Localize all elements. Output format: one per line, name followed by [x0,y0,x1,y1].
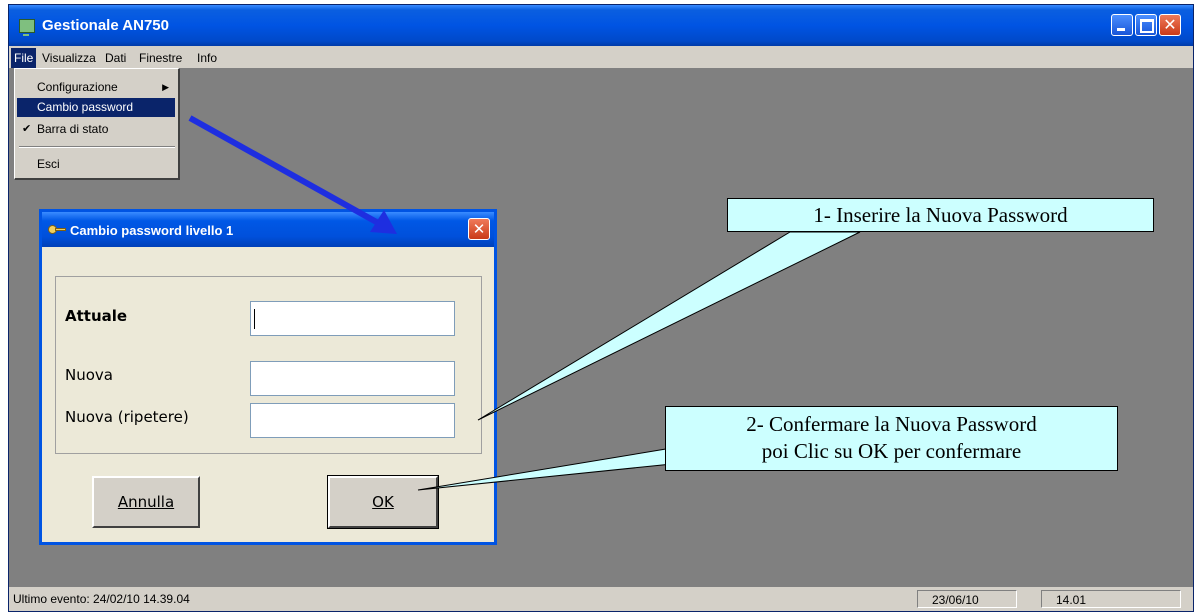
app-icon [19,19,35,36]
new-password-input[interactable] [250,361,455,396]
ok-button-label: OK [372,493,394,511]
current-password-input[interactable] [250,301,455,336]
menu-visualizza[interactable]: Visualizza [42,50,96,66]
submenu-arrow-icon: ▶ [162,82,169,92]
status-time: 14.01 [1041,590,1181,608]
minimize-button[interactable] [1111,14,1133,36]
repeat-password-input[interactable] [250,403,455,438]
menu-item-label: Esci [37,157,60,171]
menu-separator [19,146,175,148]
menu-file[interactable]: File [11,48,37,68]
callout-step2-line2: poi Clic su OK per confermare [761,439,1022,463]
callout-step2-line1: 2- Confermare la Nuova Password [746,412,1037,436]
status-bar: Ultimo evento: 24/02/10 14.39.04 23/06/1… [9,587,1193,611]
file-dropdown-menu: Configurazione ▶ Cambio password ✔ Barra… [14,68,180,180]
menu-item-esci[interactable]: Esci [17,155,175,174]
close-icon: ✕ [472,220,486,238]
menu-item-label: Barra di stato [37,122,109,136]
menu-item-label: Configurazione [37,80,118,94]
maximize-button[interactable] [1135,14,1157,36]
close-button[interactable]: ✕ [1159,14,1181,36]
key-icon [48,225,66,234]
callout-step1-text: 1- Inserire la Nuova Password [813,203,1068,227]
cancel-button-label: Annulla [117,493,175,511]
dialog-titlebar[interactable]: Cambio password livello 1 ✕ [42,212,494,247]
current-password-label: Attuale [65,307,128,325]
callout-step2: 2- Confermare la Nuova Password poi Clic… [665,406,1118,471]
menu-item-barra-di-stato[interactable]: ✔ Barra di stato [17,120,175,139]
ok-button[interactable]: OK [327,475,439,529]
password-fields-group: Attuale Nuova Nuova (ripetere) [55,276,482,454]
window-titlebar[interactable]: Gestionale AN750 ✕ [9,5,1193,46]
status-date: 23/06/10 [917,590,1017,608]
menu-item-label: Cambio password [37,100,134,114]
main-window: Gestionale AN750 ✕ File Visualizza Dati … [8,4,1194,612]
menu-info[interactable]: Info [197,50,217,66]
dialog-title: Cambio password livello 1 [70,223,234,238]
menu-finestre[interactable]: Finestre [139,50,182,66]
repeat-password-label: Nuova (ripetere) [65,408,189,426]
new-password-label: Nuova [65,366,113,384]
password-dialog: Cambio password livello 1 ✕ Attuale Nuov… [39,209,497,545]
menu-item-cambio-password[interactable]: Cambio password [17,98,175,117]
check-icon: ✔ [22,123,32,135]
dialog-close-button[interactable]: ✕ [468,218,490,240]
window-title: Gestionale AN750 [42,17,169,34]
text-caret [254,309,255,329]
callout-step1: 1- Inserire la Nuova Password [727,198,1154,232]
cancel-button[interactable]: Annulla [92,476,200,528]
menu-dati[interactable]: Dati [105,50,126,66]
menu-bar: File Visualizza Dati Finestre Info [9,46,1193,68]
close-icon: ✕ [1163,15,1177,34]
menu-item-configurazione[interactable]: Configurazione ▶ [17,78,175,97]
status-last-event: Ultimo evento: 24/02/10 14.39.04 [13,592,190,606]
